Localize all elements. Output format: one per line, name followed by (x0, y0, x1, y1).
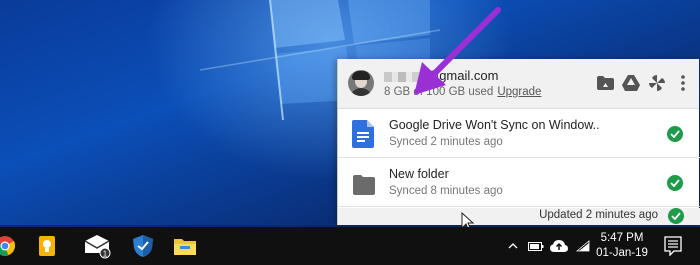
clock-date: 01-Jan-19 (596, 247, 648, 259)
list-item[interactable]: Google Drive Won't Sync on Window.. Sync… (338, 110, 700, 158)
action-center-icon[interactable] (664, 236, 682, 256)
google-drive-sync-popup: @gmail.com 8 GB of 100 GB used Upgrade G… (337, 59, 700, 225)
lightbulb-app-icon[interactable] (32, 231, 62, 261)
sync-status: Synced 8 minutes ago (389, 185, 503, 197)
synced-check-icon (668, 208, 684, 224)
upgrade-link[interactable]: Upgrade (497, 86, 541, 98)
file-name: New folder (389, 167, 449, 181)
mail-badge-count: 1 (103, 250, 108, 259)
avatar[interactable] (348, 70, 374, 96)
google-drive-icon[interactable] (621, 73, 641, 93)
security-shield-icon[interactable] (128, 231, 158, 261)
mail-icon[interactable]: 1 (82, 231, 112, 261)
google-docs-icon (352, 120, 374, 148)
file-name: Google Drive Won't Sync on Window.. (389, 118, 600, 132)
popup-header: @gmail.com 8 GB of 100 GB used Upgrade (338, 59, 699, 109)
storage-usage: 8 GB of 100 GB used Upgrade (384, 86, 541, 98)
redacted-email-username (384, 71, 424, 82)
system-clock[interactable]: 5:47 PM 01-Jan-19 (596, 231, 648, 261)
synced-check-icon (667, 126, 683, 142)
account-email: @gmail.com (384, 68, 498, 83)
cloud-upload-icon[interactable] (548, 227, 570, 265)
chrome-icon[interactable] (0, 231, 20, 261)
header-icons (595, 73, 693, 93)
more-vertical-icon[interactable] (673, 73, 693, 93)
wifi-icon[interactable] (573, 227, 593, 265)
popup-footer: Updated 2 minutes ago (338, 208, 700, 225)
synced-check-icon (667, 175, 683, 191)
email-domain: @gmail.com (426, 68, 499, 83)
folder-icon (353, 175, 375, 195)
last-updated-status: Updated 2 minutes ago (539, 209, 658, 221)
list-item[interactable]: New folder Synced 8 minutes ago (338, 159, 700, 207)
taskbar: 1 5:47 PM 01-Jan-19 (0, 227, 700, 265)
chevron-up-icon[interactable] (505, 227, 521, 265)
clock-time: 5:47 PM (600, 232, 644, 244)
drive-folder-icon[interactable] (595, 73, 615, 93)
google-photos-icon[interactable] (647, 73, 667, 93)
file-explorer-icon[interactable] (170, 231, 200, 261)
battery-icon[interactable] (526, 227, 546, 265)
sync-status: Synced 2 minutes ago (389, 136, 503, 148)
storage-text: 8 GB of 100 GB used (384, 86, 494, 98)
